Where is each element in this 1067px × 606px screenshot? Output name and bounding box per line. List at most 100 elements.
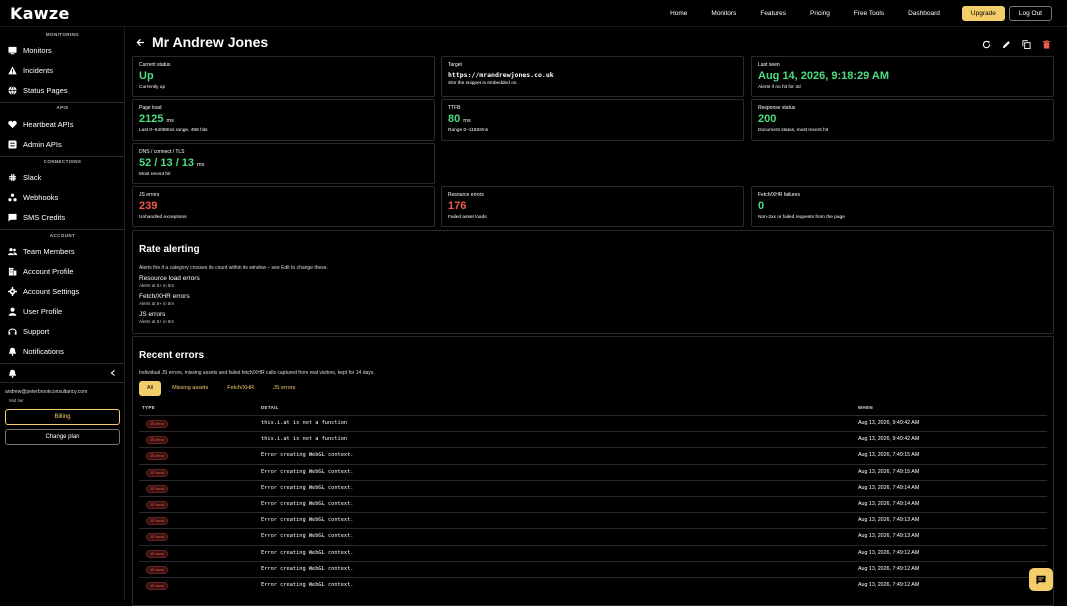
filter-fetch-xhr[interactable]: Fetch/XHR xyxy=(219,381,262,396)
response-status-card: Response status 200 Document status, mos… xyxy=(751,99,1054,141)
error-timestamp: Aug 13, 2026, 7:49:12 AM xyxy=(858,582,920,588)
table-row[interactable]: JS error Error creating WebGL context. Aug… xyxy=(139,447,1047,463)
error-detail: Error creating WebGL context. xyxy=(261,501,354,507)
sidebar-item-status-pages[interactable]: Status Pages xyxy=(8,84,68,96)
heart-icon xyxy=(8,120,17,128)
nav-monitors[interactable]: Monitors xyxy=(711,10,736,17)
sidebar-item-monitors[interactable]: Monitors xyxy=(8,44,52,56)
globe-icon xyxy=(8,85,17,95)
error-detail: Error creating WebGL context. xyxy=(261,565,354,572)
sidebar-item-admin-apis[interactable]: Admin APIs xyxy=(8,138,62,150)
table-row[interactable]: JS error this.i.at is not a function Aug 1… xyxy=(139,415,1047,431)
table-row[interactable]: JS error Error creating WebGL context. Aug… xyxy=(139,577,1047,593)
unit-label: ms xyxy=(197,162,205,168)
sidebar-item-notifications[interactable]: Notifications xyxy=(8,345,64,357)
card-label: Current status xyxy=(139,62,171,68)
chat-button[interactable] xyxy=(1029,568,1053,591)
gear-icon xyxy=(8,286,17,296)
monitor-icon xyxy=(8,46,17,54)
card-label: Response status xyxy=(758,105,796,111)
building-icon xyxy=(8,267,17,276)
sidebar-item-sms-credits[interactable]: SMS Credits xyxy=(8,211,65,223)
table-row[interactable]: JS error this.i.at is not a function Aug 1… xyxy=(139,431,1047,447)
fetch-failures-card: Fetch/XHR failures 0 Non-2xx or failed r… xyxy=(751,186,1054,227)
table-row[interactable]: JS error Error creating WebGL context. Aug… xyxy=(139,544,1047,561)
sidebar-item-support[interactable]: Support xyxy=(8,325,49,337)
error-type-badge: JS error xyxy=(146,549,169,558)
sidebar-item-team-members[interactable]: Team Members xyxy=(8,245,75,257)
alert-rule-threshold: Alerts at 5+ in 5m xyxy=(139,301,175,306)
nav-home[interactable]: Home xyxy=(670,10,687,17)
logout-button[interactable]: Log Out xyxy=(1008,6,1052,21)
nav-pricing[interactable]: Pricing xyxy=(810,10,830,17)
title-row: Mr Andrew Jones xyxy=(136,34,268,50)
error-detail: Error creating WebGL context. xyxy=(261,582,354,588)
sidebar-item-heartbeat-apis[interactable]: Heartbeat APIs xyxy=(8,118,73,130)
sidebar-item-webhooks[interactable]: Webhooks xyxy=(8,191,58,203)
sidebar-item-label: Slack xyxy=(23,172,42,182)
table-row[interactable]: JS error Error creating WebGL context. Aug… xyxy=(139,496,1047,512)
error-type-badge: JS error xyxy=(146,420,169,428)
sidebar-item-user-profile[interactable]: User Profile xyxy=(8,305,62,317)
upgrade-button[interactable]: Upgrade xyxy=(961,6,1005,21)
nav-dashboard[interactable]: Dashboard xyxy=(908,10,940,17)
response-status-value: 200 xyxy=(758,113,777,125)
error-timestamp: Aug 13, 2026, 7:49:14 AM xyxy=(858,501,920,507)
collapse-sidebar-icon[interactable] xyxy=(110,370,116,376)
page-title: Mr Andrew Jones xyxy=(152,34,269,50)
sidebar-item-label: Status Pages xyxy=(23,85,68,95)
error-timestamp: Aug 13, 2026, 7:49:13 AM xyxy=(858,533,920,540)
nav-free-tools[interactable]: Free Tools xyxy=(854,10,884,17)
section-title: Rate alerting xyxy=(139,244,200,255)
refresh-icon[interactable] xyxy=(982,36,991,49)
table-row[interactable]: JS error Error creating WebGL context. Aug… xyxy=(139,528,1047,544)
filter-js-errors[interactable]: JS errors xyxy=(265,381,303,396)
sidebar-item-account-profile[interactable]: Account Profile xyxy=(8,265,73,277)
filter-missing-assets[interactable]: Missing assets xyxy=(164,381,216,396)
target-url[interactable]: https://mrandrewjones.co.uk xyxy=(448,71,554,79)
section-apis: APIS xyxy=(56,105,69,110)
user-icon xyxy=(8,307,17,316)
table-row[interactable]: JS error Error creating WebGL context. Aug… xyxy=(139,479,1047,496)
back-arrow-icon[interactable] xyxy=(136,38,145,47)
card-sub: Last 0–54069ms range, 498 hits xyxy=(139,128,208,133)
error-timestamp: Aug 13, 2026, 9:49:42 AM xyxy=(858,420,920,426)
sidebar-item-slack[interactable]: Slack xyxy=(8,171,41,183)
plan-tier: Mid tier xyxy=(9,398,24,403)
app-logo[interactable]: Kawze xyxy=(10,4,70,23)
card-sub: Non-2xx or failed requests from the page xyxy=(758,215,845,220)
duplicate-icon[interactable] xyxy=(1022,36,1031,49)
sidebar-divider xyxy=(0,102,125,103)
sidebar-item-label: Account Profile xyxy=(23,266,74,276)
sidebar-item-incidents[interactable]: Incidents xyxy=(8,64,53,76)
card-sub: Currently up xyxy=(139,85,166,90)
edit-icon[interactable] xyxy=(1002,36,1011,49)
error-timestamp: Aug 13, 2026, 7:49:12 AM xyxy=(858,565,920,572)
billing-button[interactable]: Billing xyxy=(5,409,120,425)
sidebar-item-account-settings[interactable]: Account Settings xyxy=(8,285,79,297)
sidebar-divider xyxy=(0,382,125,383)
sidebar-item-label: Account Settings xyxy=(23,286,80,296)
bell-icon xyxy=(8,347,17,356)
error-detail: Error creating WebGL context. xyxy=(261,484,354,491)
error-timestamp: Aug 13, 2026, 7:49:13 AM xyxy=(858,517,920,524)
nav-features[interactable]: Features xyxy=(760,10,786,17)
notification-bell[interactable] xyxy=(8,367,23,379)
last-seen-value: Aug 14, 2026, 9:18:29 AM xyxy=(758,70,890,82)
filter-all[interactable]: All xyxy=(139,381,162,396)
last-seen-card: Last seen Aug 14, 2026, 9:18:29 AM Alert… xyxy=(751,56,1054,97)
card-label: Page load xyxy=(139,105,162,111)
delete-icon[interactable] xyxy=(1042,36,1051,49)
table-row[interactable]: JS error Error creating WebGL context. Aug… xyxy=(139,463,1047,480)
error-detail: Error creating WebGL context. xyxy=(261,549,354,556)
section-intro: Alerts fire if a category crosses its co… xyxy=(139,265,328,271)
table-row[interactable]: JS error Error creating WebGL context. Aug… xyxy=(139,512,1047,528)
card-sub: Site the snippet is embedded on xyxy=(448,81,517,86)
change-plan-button[interactable]: Change plan xyxy=(5,429,120,445)
error-type-badge: JS error xyxy=(146,436,169,445)
team-icon xyxy=(8,247,17,255)
user-email: andrew@peterbrookconsultancy.com xyxy=(5,389,88,395)
section-monitoring: MONITORING xyxy=(45,32,80,37)
sidebar-item-label: Notifications xyxy=(23,346,64,356)
table-row[interactable]: JS error Error creating WebGL context. Aug… xyxy=(139,560,1047,577)
